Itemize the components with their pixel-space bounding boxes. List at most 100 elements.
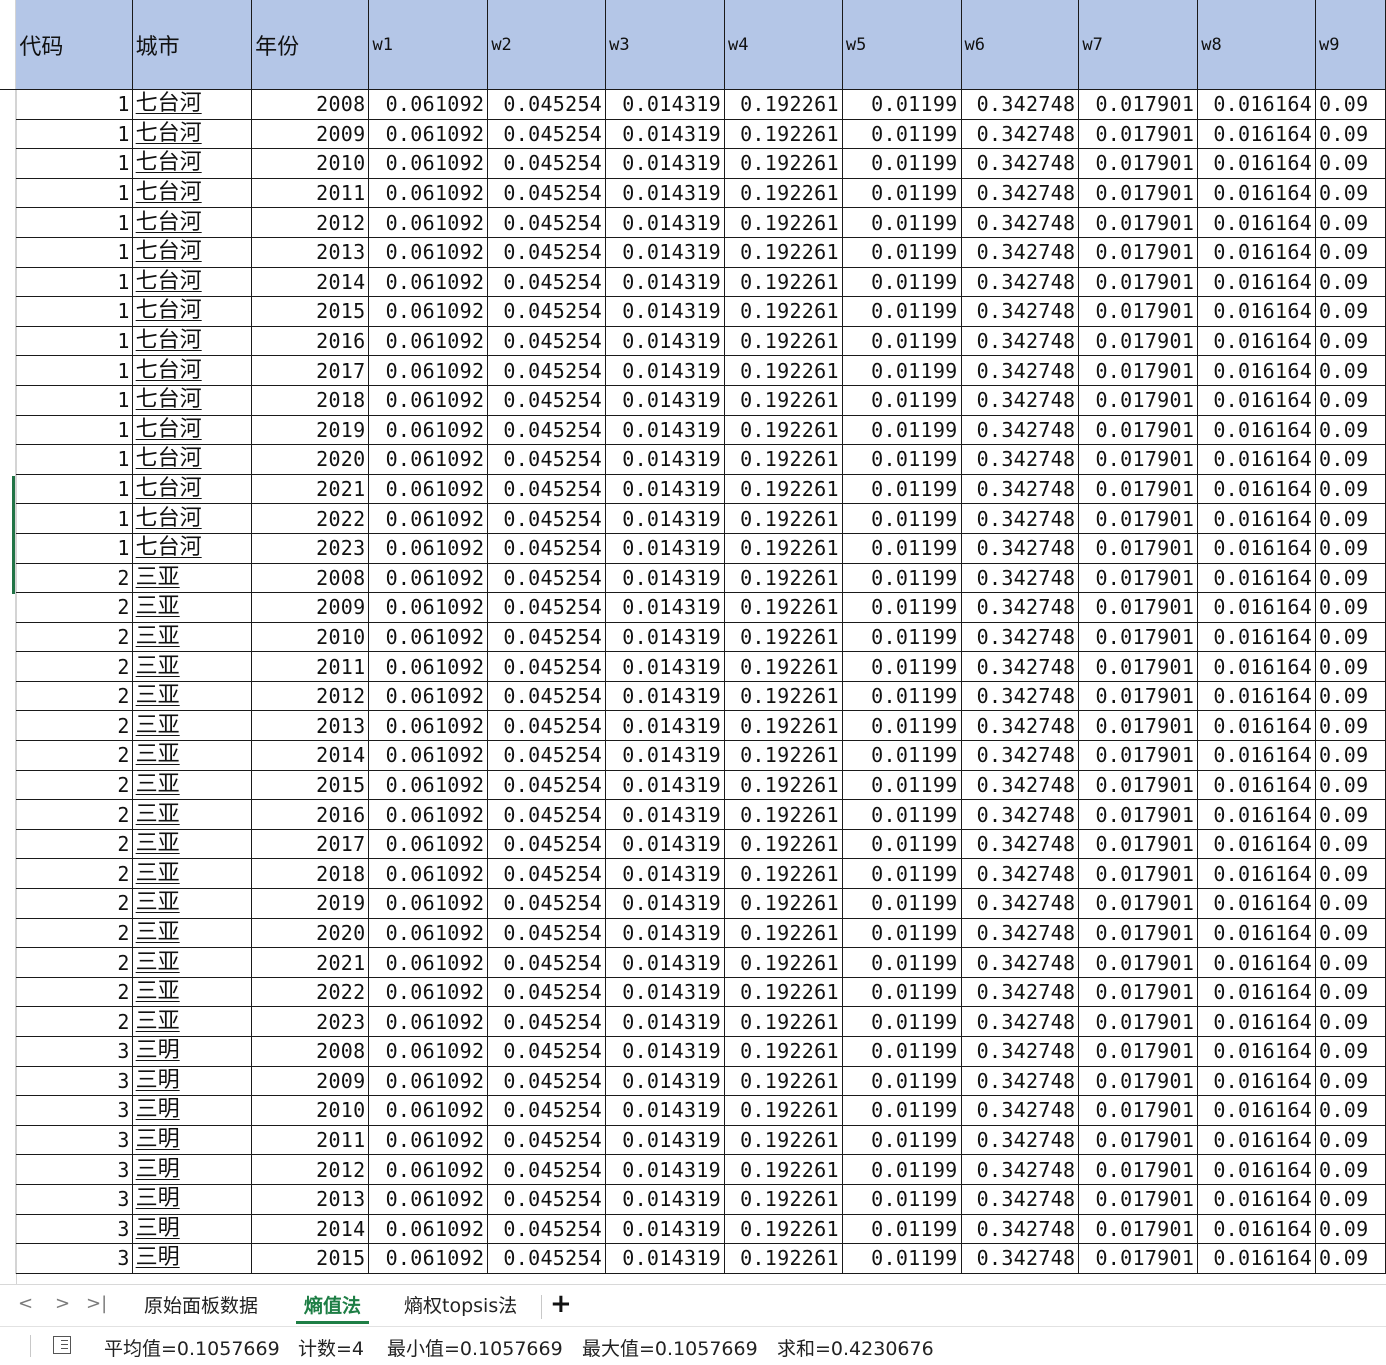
weight-cell[interactable]: 0.192261 bbox=[724, 1125, 843, 1156]
weight-cell[interactable]: 0.017901 bbox=[1078, 622, 1199, 653]
weight-cell[interactable]: 0.017901 bbox=[1078, 355, 1199, 386]
weight-cell[interactable]: 0.342748 bbox=[961, 415, 1080, 446]
weight-cell[interactable]: 0.045254 bbox=[487, 651, 607, 682]
weight-cell[interactable]: 0.016164 bbox=[1197, 1095, 1317, 1126]
weight-cell[interactable]: 0.016164 bbox=[1197, 1125, 1317, 1156]
city-cell[interactable]: 七台河 bbox=[132, 533, 253, 564]
weight-cell[interactable]: 0.192261 bbox=[724, 681, 843, 712]
weight-cell[interactable]: 0.061092 bbox=[368, 415, 489, 446]
weight-cell[interactable]: 0.342748 bbox=[961, 237, 1080, 268]
weight-cell[interactable]: 0.09 bbox=[1315, 178, 1386, 209]
weight-cell[interactable]: 0.09 bbox=[1315, 563, 1386, 594]
year-cell[interactable]: 2016 bbox=[251, 326, 370, 357]
city-cell[interactable]: 七台河 bbox=[132, 178, 253, 209]
weight-cell[interactable]: 0.342748 bbox=[961, 1214, 1080, 1245]
weight-cell[interactable]: 0.342748 bbox=[961, 474, 1080, 505]
weight-cell[interactable]: 0.09 bbox=[1315, 740, 1386, 771]
weight-cell[interactable]: 0.01199 bbox=[842, 681, 962, 712]
header-cell[interactable]: w5 bbox=[842, 0, 962, 90]
weight-cell[interactable]: 0.017901 bbox=[1078, 799, 1199, 830]
weight-cell[interactable]: 0.045254 bbox=[487, 1095, 607, 1126]
weight-cell[interactable]: 0.061092 bbox=[368, 622, 489, 653]
weight-cell[interactable]: 0.342748 bbox=[961, 385, 1080, 416]
weight-cell[interactable]: 0.01199 bbox=[842, 296, 962, 327]
city-cell[interactable]: 三明 bbox=[132, 1154, 253, 1185]
weight-cell[interactable]: 0.192261 bbox=[724, 89, 843, 120]
city-cell[interactable]: 三亚 bbox=[132, 770, 253, 801]
weight-cell[interactable]: 0.016164 bbox=[1197, 1036, 1317, 1067]
year-cell[interactable]: 2009 bbox=[251, 119, 370, 150]
weight-cell[interactable]: 0.01199 bbox=[842, 178, 962, 209]
city-cell[interactable]: 三亚 bbox=[132, 592, 253, 623]
city-cell[interactable]: 三明 bbox=[132, 1066, 253, 1097]
weight-cell[interactable]: 0.01199 bbox=[842, 1095, 962, 1126]
weight-cell[interactable]: 0.014319 bbox=[605, 918, 725, 949]
weight-cell[interactable]: 0.192261 bbox=[724, 829, 843, 860]
weight-cell[interactable]: 0.192261 bbox=[724, 1006, 843, 1037]
weight-cell[interactable]: 0.014319 bbox=[605, 355, 725, 386]
weight-cell[interactable]: 0.342748 bbox=[961, 918, 1080, 949]
year-cell[interactable]: 2015 bbox=[251, 296, 370, 327]
weight-cell[interactable]: 0.017901 bbox=[1078, 829, 1199, 860]
weight-cell[interactable]: 0.01199 bbox=[842, 148, 962, 179]
weight-cell[interactable]: 0.09 bbox=[1315, 1036, 1386, 1067]
city-cell[interactable]: 三亚 bbox=[132, 977, 253, 1008]
weight-cell[interactable]: 0.342748 bbox=[961, 947, 1080, 978]
weight-cell[interactable]: 0.045254 bbox=[487, 977, 607, 1008]
weight-cell[interactable]: 0.045254 bbox=[487, 740, 607, 771]
code-cell[interactable]: 3 bbox=[15, 1036, 133, 1067]
city-cell[interactable]: 七台河 bbox=[132, 267, 253, 298]
weight-cell[interactable]: 0.017901 bbox=[1078, 267, 1199, 298]
weight-cell[interactable]: 0.017901 bbox=[1078, 237, 1199, 268]
weight-cell[interactable]: 0.01199 bbox=[842, 237, 962, 268]
weight-cell[interactable]: 0.09 bbox=[1315, 267, 1386, 298]
weight-cell[interactable]: 0.061092 bbox=[368, 119, 489, 150]
weight-cell[interactable]: 0.061092 bbox=[368, 1154, 489, 1185]
code-cell[interactable]: 1 bbox=[15, 385, 133, 416]
year-cell[interactable]: 2015 bbox=[251, 1243, 370, 1274]
weight-cell[interactable]: 0.016164 bbox=[1197, 1243, 1317, 1274]
city-cell[interactable]: 七台河 bbox=[132, 148, 253, 179]
weight-cell[interactable]: 0.192261 bbox=[724, 770, 843, 801]
next-sheet-button[interactable]: > bbox=[55, 1293, 70, 1314]
code-cell[interactable]: 3 bbox=[15, 1125, 133, 1156]
weight-cell[interactable]: 0.061092 bbox=[368, 1184, 489, 1215]
weight-cell[interactable]: 0.016164 bbox=[1197, 355, 1317, 386]
weight-cell[interactable]: 0.014319 bbox=[605, 474, 725, 505]
weight-cell[interactable]: 0.016164 bbox=[1197, 237, 1317, 268]
year-cell[interactable]: 2013 bbox=[251, 1184, 370, 1215]
weight-cell[interactable]: 0.017901 bbox=[1078, 592, 1199, 623]
weight-cell[interactable]: 0.09 bbox=[1315, 503, 1386, 534]
year-cell[interactable]: 2012 bbox=[251, 1154, 370, 1185]
weight-cell[interactable]: 0.01199 bbox=[842, 651, 962, 682]
weight-cell[interactable]: 0.017901 bbox=[1078, 474, 1199, 505]
year-cell[interactable]: 2021 bbox=[251, 474, 370, 505]
weight-cell[interactable]: 0.017901 bbox=[1078, 1066, 1199, 1097]
code-cell[interactable]: 1 bbox=[15, 178, 133, 209]
code-cell[interactable]: 2 bbox=[15, 799, 133, 830]
weight-cell[interactable]: 0.342748 bbox=[961, 1006, 1080, 1037]
year-cell[interactable]: 2017 bbox=[251, 355, 370, 386]
status-average[interactable]: 平均值=0.1057669 bbox=[104, 1334, 280, 1361]
weight-cell[interactable]: 0.192261 bbox=[724, 1154, 843, 1185]
weight-cell[interactable]: 0.342748 bbox=[961, 977, 1080, 1008]
weight-cell[interactable]: 0.017901 bbox=[1078, 326, 1199, 357]
weight-cell[interactable]: 0.045254 bbox=[487, 888, 607, 919]
city-cell[interactable]: 七台河 bbox=[132, 296, 253, 327]
weight-cell[interactable]: 0.192261 bbox=[724, 858, 843, 890]
weight-cell[interactable]: 0.061092 bbox=[368, 533, 489, 564]
weight-cell[interactable]: 0.09 bbox=[1315, 355, 1386, 386]
weight-cell[interactable]: 0.014319 bbox=[605, 740, 725, 771]
weight-cell[interactable]: 0.016164 bbox=[1197, 770, 1317, 801]
prev-sheet-button[interactable]: < bbox=[18, 1293, 33, 1314]
weight-cell[interactable]: 0.061092 bbox=[368, 1066, 489, 1097]
code-cell[interactable]: 1 bbox=[15, 267, 133, 298]
city-cell[interactable]: 七台河 bbox=[132, 119, 253, 150]
weight-cell[interactable]: 0.192261 bbox=[724, 710, 843, 742]
weight-cell[interactable]: 0.014319 bbox=[605, 178, 725, 209]
code-cell[interactable]: 2 bbox=[15, 918, 133, 949]
code-cell[interactable]: 1 bbox=[15, 355, 133, 386]
weight-cell[interactable]: 0.045254 bbox=[487, 1036, 607, 1067]
city-cell[interactable]: 三明 bbox=[132, 1036, 253, 1067]
weight-cell[interactable]: 0.192261 bbox=[724, 1095, 843, 1126]
